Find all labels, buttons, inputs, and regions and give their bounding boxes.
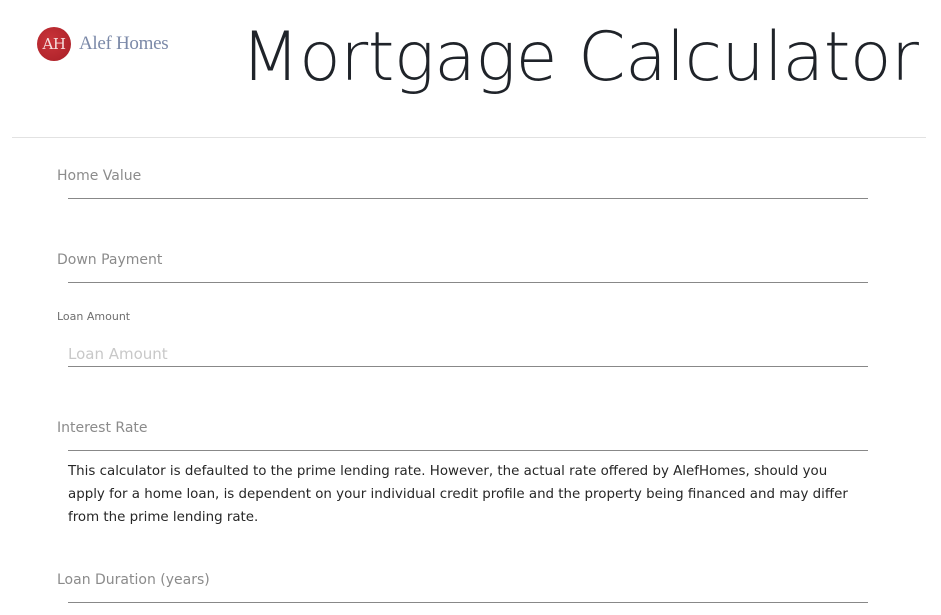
header-divider [12, 137, 926, 138]
page-title: Mortgage Calculator [241, 18, 919, 97]
down-payment-input[interactable] [68, 258, 868, 283]
logo-wordmark: Alef Homes [79, 33, 169, 54]
loan-amount-label: Loan Amount [57, 310, 131, 323]
logo-monogram: AH [37, 27, 71, 61]
interest-rate-input[interactable] [68, 426, 868, 451]
home-value-input[interactable] [68, 174, 868, 199]
loan-amount-input[interactable] [68, 342, 868, 367]
mortgage-calculator-page: AH Alef Homes Mortgage Calculator Home V… [0, 0, 941, 615]
alef-homes-logo[interactable]: AH Alef Homes [37, 27, 169, 61]
interest-rate-disclaimer: This calculator is defaulted to the prim… [68, 464, 848, 525]
loan-duration-input[interactable] [68, 578, 868, 603]
